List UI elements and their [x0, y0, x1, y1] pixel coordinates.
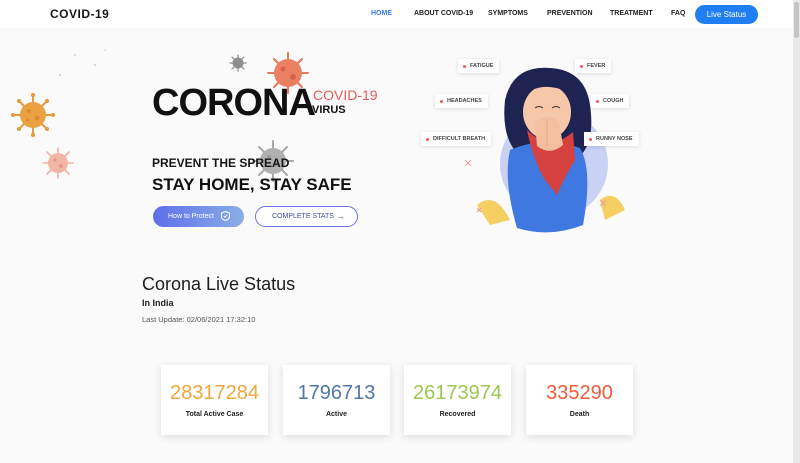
page: COVID-19 HOME ABOUT COVID-19 SYMPTOMS PR…: [0, 0, 793, 463]
navbar: COVID-19 HOME ABOUT COVID-19 SYMPTOMS PR…: [0, 0, 793, 28]
nav-faq[interactable]: FAQ: [671, 10, 685, 17]
symptom-tag: COUGH: [591, 94, 630, 108]
hero-headline: STAY HOME, STAY SAFE: [152, 175, 352, 194]
stat-value: 335290: [546, 382, 613, 404]
complete-stats-button[interactable]: COMPLETE STATS →: [255, 206, 358, 227]
arrow-right-icon: →: [336, 211, 345, 221]
stat-value: 28317284: [170, 382, 259, 404]
nav-symptoms[interactable]: SYMPTOMS: [488, 10, 528, 17]
stat-label: Death: [569, 411, 590, 418]
symptom-tag: HEADACHES: [435, 94, 488, 108]
hero-corona-title: CORONA: [152, 82, 316, 124]
live-status-button[interactable]: Live Status: [695, 5, 758, 24]
virus-orange-icon: [11, 93, 55, 137]
virus-small-gray-icon: [229, 54, 247, 72]
complete-stats-label: COMPLETE STATS: [272, 213, 334, 220]
stat-label: Total Active Case: [185, 411, 244, 418]
shield-icon: [221, 211, 230, 221]
live-status-title: Corona Live Status: [142, 274, 296, 294]
how-to-protect-label: How to Protect: [168, 213, 214, 220]
sick-woman-illustration: [464, 67, 625, 233]
last-update-text: Last Update: 02/06/2021 17:32:10: [142, 315, 256, 324]
stat-value: 26173974: [413, 382, 502, 404]
hero-virus-label: VIRUS: [312, 104, 346, 116]
particle-dots-decoration: [59, 49, 106, 76]
vertical-scrollbar[interactable]: [793, 0, 800, 463]
symptom-tag: DIFFICULT BREATH: [421, 132, 492, 146]
stat-label: Recovered: [439, 411, 476, 418]
stat-card-active: 1796713 Active: [283, 365, 390, 435]
symptom-tag: RUNNY NOSE: [584, 132, 639, 146]
nav-about[interactable]: ABOUT COVID-19: [414, 10, 473, 17]
site-logo[interactable]: COVID-19: [50, 7, 109, 21]
symptom-tag: FEVER: [575, 59, 612, 73]
how-to-protect-button[interactable]: How to Protect: [153, 206, 244, 227]
virus-pink-icon: [42, 147, 74, 179]
live-status-region: In India: [142, 298, 174, 308]
stat-card-total: 28317284 Total Active Case: [161, 365, 268, 435]
nav-prevention[interactable]: PREVENTION: [547, 10, 593, 17]
symptom-tag: FATIGUE: [458, 59, 500, 73]
nav-home[interactable]: HOME: [371, 10, 392, 17]
hero-tagline: PREVENT THE SPREAD: [152, 156, 290, 170]
stat-card-death: 335290 Death: [526, 365, 633, 435]
stat-value: 1796713: [297, 382, 376, 404]
stat-label: Active: [325, 411, 347, 418]
scrollbar-thumb[interactable]: [794, 2, 799, 38]
stat-card-recovered: 26173974 Recovered: [404, 365, 511, 435]
hero-covid-label: COVID-19: [313, 87, 378, 103]
nav-treatment[interactable]: TREATMENT: [610, 10, 653, 17]
